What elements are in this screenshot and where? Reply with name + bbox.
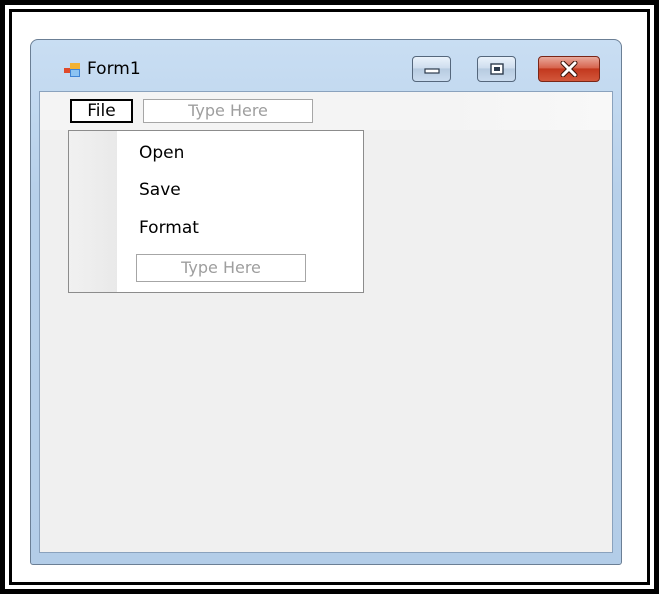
minimize-icon [423, 68, 440, 74]
title-bar[interactable]: Form1 [31, 40, 621, 92]
minimize-button[interactable] [412, 56, 451, 82]
windows-form-icon [64, 63, 80, 77]
dropdown-type-here-box[interactable]: Type Here [136, 254, 306, 282]
maximize-button[interactable] [477, 56, 516, 82]
close-button[interactable] [538, 56, 600, 82]
menu-file[interactable]: File [70, 99, 133, 123]
maximize-icon [489, 63, 504, 75]
window-title: Form1 [87, 59, 141, 79]
menu-item-open[interactable]: Open [139, 143, 184, 163]
menu-item-save[interactable]: Save [139, 180, 181, 200]
form-client-area: File Type Here Open Save Format Type Her… [39, 91, 613, 553]
menubar-type-here-box[interactable]: Type Here [143, 99, 313, 123]
close-icon [560, 61, 578, 77]
menu-strip: File Type Here [40, 92, 612, 130]
dropdown-image-margin [69, 131, 117, 292]
form-window: Form1 File Type Here Open Save Format Ty… [30, 39, 622, 565]
menu-item-format[interactable]: Format [139, 218, 199, 238]
file-dropdown-menu: Open Save Format Type Here [68, 130, 364, 293]
